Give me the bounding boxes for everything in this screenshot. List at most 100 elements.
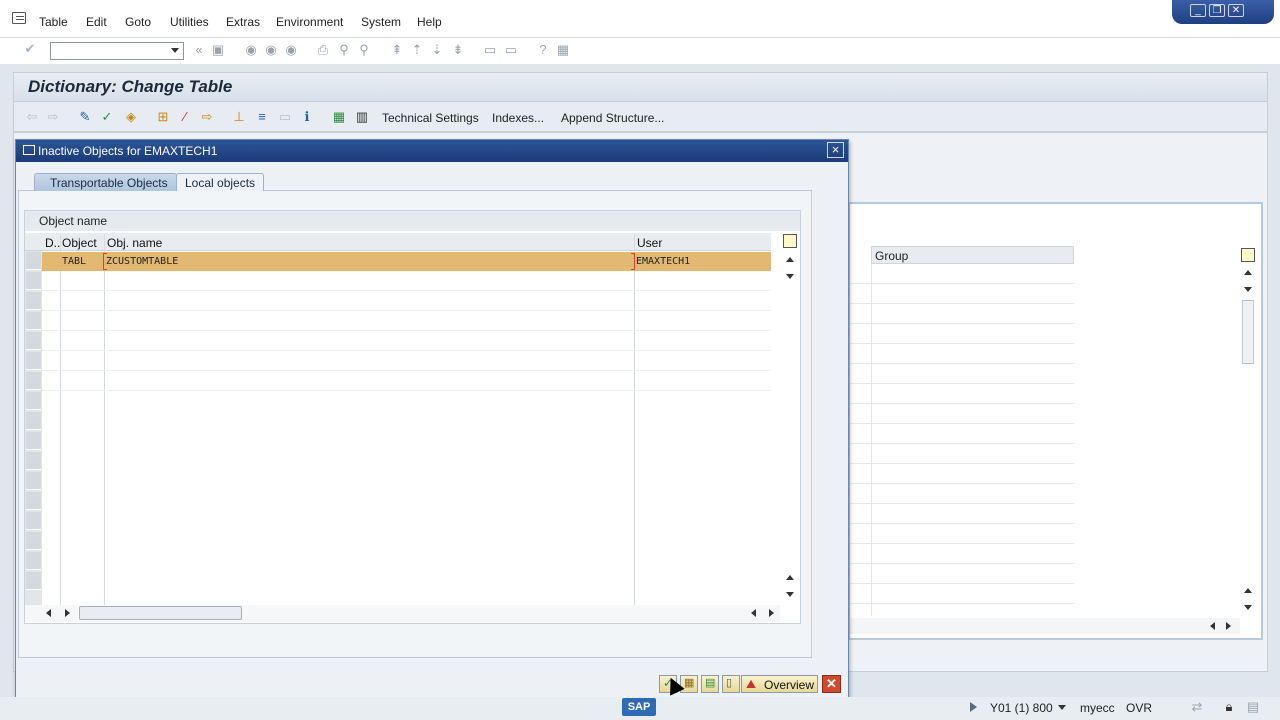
table-row[interactable] [850,545,1074,564]
close-window-icon[interactable]: ✕ [1228,4,1244,17]
scroll-up-icon[interactable] [1244,270,1252,275]
save-icon[interactable]: ▣ [211,43,225,57]
row-selector[interactable] [26,292,41,310]
menu-system[interactable]: System [361,15,401,29]
scroll-down-icon[interactable] [1244,605,1252,610]
navigate-icon[interactable]: ⇨ [200,110,214,124]
table-row[interactable] [42,271,771,291]
info-icon[interactable]: ℹ [300,110,314,124]
scroll-thumb[interactable] [79,606,242,620]
column-header-object[interactable]: Object [62,236,97,250]
tab-transportable-objects[interactable]: Transportable Objects [34,173,177,191]
scroll-left-icon[interactable] [1210,622,1215,630]
lock-icon[interactable]: 🔒︎ [1222,700,1236,714]
table-row[interactable] [850,565,1074,584]
command-field[interactable] [50,42,184,60]
shortcut-icon[interactable]: ▭ [504,43,518,57]
column-header-obj-name[interactable]: Obj. name [107,236,162,250]
table-row[interactable] [850,585,1074,604]
horizontal-scrollbar[interactable] [850,618,1240,634]
row-selector[interactable] [26,412,41,430]
table-row[interactable] [850,425,1074,444]
restore-icon[interactable]: ❐ [1209,4,1225,17]
scroll-up-icon[interactable] [786,257,794,262]
where-used-icon[interactable]: ⊞ [156,110,170,124]
row-selector[interactable] [26,532,41,550]
hierarchy-icon[interactable]: ⊥ [232,110,246,124]
columns-icon[interactable]: ▥ [355,110,369,124]
scroll-up-icon[interactable] [1244,588,1252,593]
table-row[interactable] [850,365,1074,384]
stack-icon[interactable]: ≡ [255,110,269,124]
display-change-icon[interactable]: ✎ [78,110,92,124]
table-row[interactable] [42,351,771,371]
table-row[interactable] [42,291,771,311]
table-row[interactable] [850,445,1074,464]
forward-arrow-icon[interactable]: ⇨ [46,110,60,124]
help-icon[interactable]: ? [536,43,550,57]
table-row[interactable] [42,331,771,351]
layout-settings-icon[interactable] [1241,248,1255,262]
table-row[interactable] [850,305,1074,324]
frame-icon[interactable]: ▭ [278,110,292,124]
scroll-right-icon[interactable] [65,609,70,617]
scroll-down-icon[interactable] [786,592,794,597]
table-row[interactable] [850,325,1074,344]
scroll-up-icon[interactable] [786,575,794,580]
activate-icon[interactable]: ◈ [124,110,138,124]
scroll-left-icon[interactable] [46,609,51,617]
table-row[interactable] [42,311,771,331]
layout-icon[interactable]: ▦ [556,43,570,57]
connection-icon[interactable]: ⇄ [1190,700,1204,714]
find-next-icon[interactable]: ⚲ [357,43,371,57]
scroll-right-icon[interactable] [1226,622,1231,630]
enter-icon[interactable]: ✔ [23,42,37,56]
row-selector[interactable] [26,572,41,590]
grid-vertical-scrollbar[interactable] [781,251,799,605]
chevron-down-icon[interactable] [1058,705,1066,710]
menu-icon[interactable] [12,12,26,24]
table-row[interactable] [850,345,1074,364]
scroll-down-icon[interactable] [1244,287,1252,292]
row-selector[interactable] [26,512,41,530]
new-session-icon[interactable]: ▭ [483,43,497,57]
table-row[interactable] [850,465,1074,484]
row-selector[interactable] [26,452,41,470]
layout-settings-icon[interactable] [783,234,797,248]
row-selector[interactable] [26,552,41,570]
menu-table[interactable]: Table [39,15,68,29]
row-selector[interactable] [26,472,41,490]
details-button[interactable]: ▯ [722,675,740,693]
next-page-icon[interactable]: ⇣ [430,43,444,57]
find-icon[interactable]: ⚲ [337,43,351,57]
menu-utilities[interactable]: Utilities [170,15,209,29]
minimize-icon[interactable]: _ [1190,4,1206,17]
cancel-icon[interactable]: ◉ [284,43,298,57]
scroll-right-icon[interactable] [769,609,774,617]
row-selector[interactable] [26,432,41,450]
row-selector[interactable] [26,272,41,290]
table-row[interactable] [850,385,1074,404]
row-selector[interactable] [26,352,41,370]
menu-goto[interactable]: Goto [125,15,151,29]
chevron-down-icon[interactable] [171,48,179,53]
deselect-all-button[interactable]: ▤ [701,675,719,693]
table-row[interactable] [850,405,1074,424]
row-selector[interactable] [26,372,41,390]
row-selector[interactable] [26,392,41,410]
append-structure-button[interactable]: Append Structure... [561,111,664,125]
table-row[interactable] [850,285,1074,304]
previous-page-icon[interactable]: ⇡ [410,43,424,57]
table-row[interactable] [850,525,1074,544]
menu-environment[interactable]: Environment [276,15,343,29]
technical-settings-button[interactable]: Technical Settings [382,111,479,125]
cell-obj-name[interactable]: ZCUSTOMTABLE [106,256,178,267]
overview-button[interactable]: ⛰ Overview [741,675,818,693]
dialog-close-icon[interactable]: × [827,142,844,158]
check-icon[interactable]: ✓ [100,110,114,124]
status-expand-icon[interactable] [970,702,977,712]
menu-help[interactable]: Help [417,15,442,29]
back-icon[interactable]: ◉ [244,43,258,57]
row-selector[interactable] [26,332,41,350]
column-header-d[interactable]: D.. [45,236,60,250]
